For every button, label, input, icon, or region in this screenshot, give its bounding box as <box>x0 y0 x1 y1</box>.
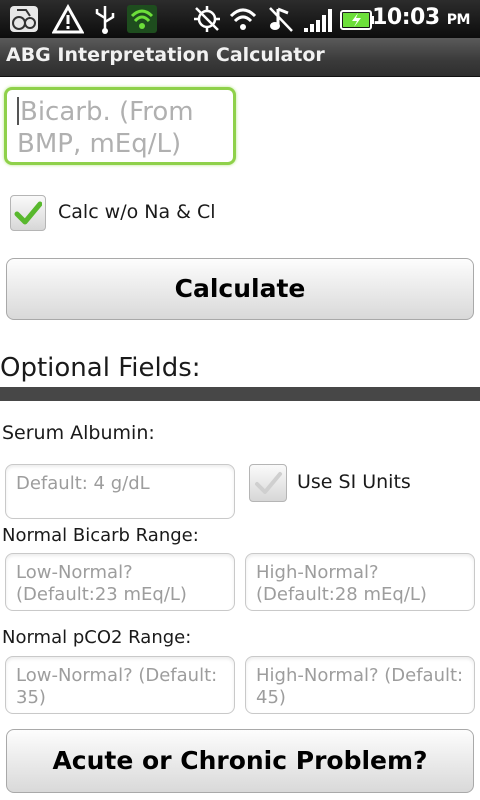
serum-albumin-label: Serum Albumin: <box>2 422 155 444</box>
serum-albumin-input[interactable]: Default: 4 g/dL <box>5 464 235 519</box>
pco2-high-normal-placeholder: High-Normal? (Default: 45) <box>256 665 464 708</box>
mute-icon <box>269 7 293 32</box>
acute-or-chronic-button[interactable]: Acute or Chronic Problem? <box>6 729 474 793</box>
normal-pco2-range-label: Normal pCO2 Range: <box>2 627 192 648</box>
usb-icon <box>95 6 115 34</box>
signal-icon <box>304 9 332 32</box>
section-divider <box>0 387 480 401</box>
shield-icon <box>127 5 157 33</box>
battery-icon <box>340 10 374 30</box>
calc-without-na-cl-checkbox[interactable] <box>10 195 46 231</box>
pco2-low-normal-placeholder: Low-Normal? (Default: 35) <box>16 665 218 708</box>
bicarb-low-normal-input[interactable]: Low-Normal? (Default:23 mEq/L) <box>5 553 235 611</box>
status-clock: 10:03 PM <box>372 5 470 30</box>
bicarb-high-normal-placeholder: High-Normal? (Default:28 mEq/L) <box>256 562 427 605</box>
optional-fields-heading: Optional Fields: <box>0 353 201 383</box>
pco2-low-normal-input[interactable]: Low-Normal? (Default: 35) <box>5 656 235 714</box>
checkmark-icon <box>14 201 42 225</box>
serum-albumin-placeholder: Default: 4 g/dL <box>16 473 150 494</box>
title-bar: ABG Interpretation Calculator <box>0 38 480 77</box>
main-content: Bicarb. (From BMP, mEq/L) Calc w/o Na & … <box>0 77 480 800</box>
calculate-button[interactable]: Calculate <box>6 258 474 320</box>
app-icon <box>10 6 38 32</box>
wifi-icon <box>229 8 257 30</box>
gps-icon <box>194 6 220 32</box>
bicarb-placeholder: Bicarb. (From BMP, mEq/L) <box>17 97 194 159</box>
alert-icon <box>52 4 84 34</box>
calc-without-na-cl-label: Calc w/o Na & Cl <box>58 201 216 223</box>
bicarb-low-normal-placeholder: Low-Normal? (Default:23 mEq/L) <box>16 562 187 605</box>
bicarb-input[interactable]: Bicarb. (From BMP, mEq/L) <box>4 87 236 165</box>
use-si-units-label: Use SI Units <box>297 471 411 493</box>
normal-bicarb-range-label: Normal Bicarb Range: <box>2 525 199 546</box>
status-bar: 10:03 PM <box>0 0 480 38</box>
checkmark-icon <box>255 472 282 494</box>
bicarb-high-normal-input[interactable]: High-Normal? (Default:28 mEq/L) <box>245 553 475 611</box>
text-cursor <box>17 97 19 125</box>
app-title: ABG Interpretation Calculator <box>6 44 325 66</box>
use-si-units-checkbox[interactable] <box>249 464 287 502</box>
pco2-high-normal-input[interactable]: High-Normal? (Default: 45) <box>245 656 475 714</box>
